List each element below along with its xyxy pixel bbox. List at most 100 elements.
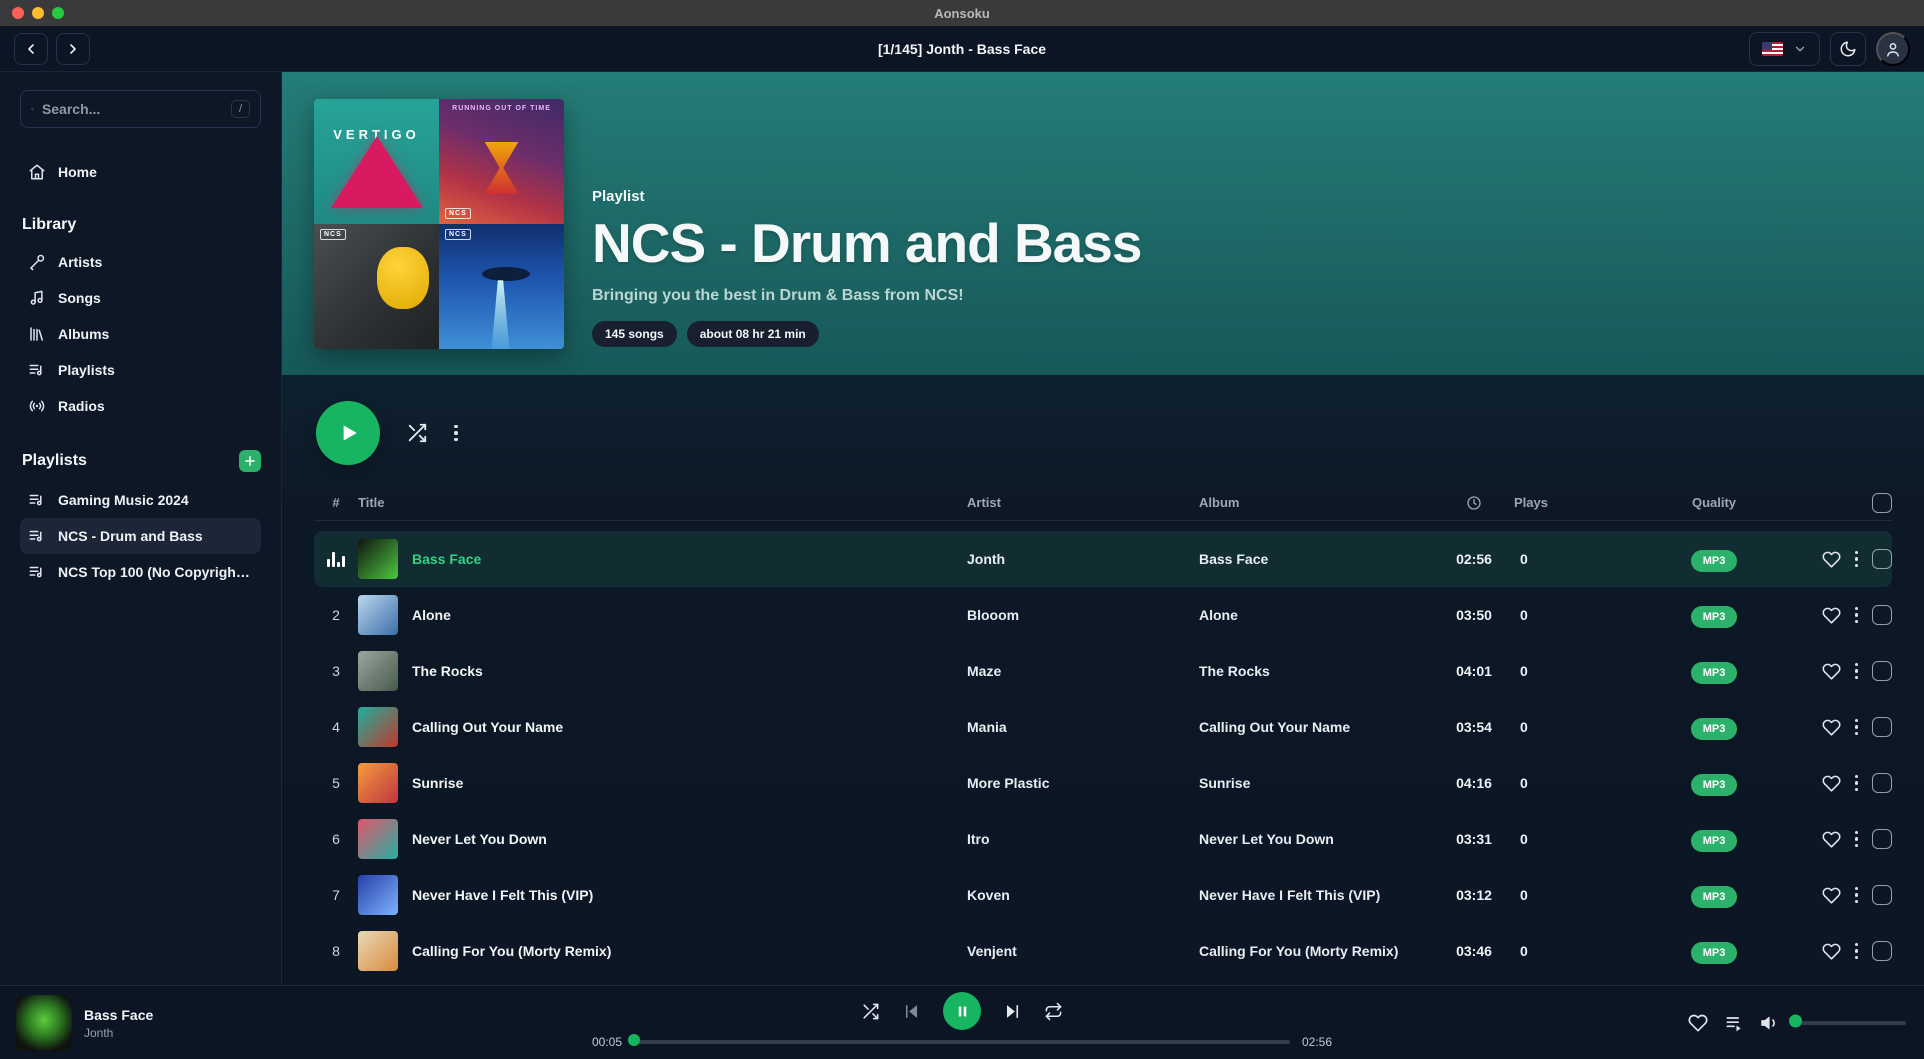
sidebar-playlist-ncs-top-100[interactable]: NCS Top 100 (No Copyright… bbox=[20, 554, 261, 590]
sidebar-item-artists[interactable]: Artists bbox=[20, 244, 261, 280]
track-artist[interactable]: More Plastic bbox=[967, 775, 1199, 791]
track-row[interactable]: 6 Never Let You Down Itro Never Let You … bbox=[314, 811, 1892, 867]
track-artist[interactable]: Blooom bbox=[967, 607, 1199, 623]
sidebar-playlist-ncs-drum-and-bass[interactable]: NCS - Drum and Bass bbox=[20, 518, 261, 554]
track-artist[interactable]: Jonth bbox=[967, 551, 1199, 567]
favorite-heart-icon[interactable] bbox=[1822, 942, 1841, 961]
select-all-checkbox[interactable] bbox=[1872, 493, 1892, 513]
shuffle-button[interactable] bbox=[861, 1002, 880, 1021]
track-options-icon[interactable] bbox=[1855, 943, 1859, 960]
col-album[interactable]: Album bbox=[1199, 495, 1434, 510]
track-options-icon[interactable] bbox=[1855, 607, 1859, 624]
col-artist[interactable]: Artist bbox=[967, 495, 1199, 510]
sidebar-item-songs[interactable]: Songs bbox=[20, 280, 261, 316]
sidebar-playlist-gaming-music-2024[interactable]: Gaming Music 2024 bbox=[20, 482, 261, 518]
playlist-icon bbox=[28, 361, 46, 379]
playlist-icon bbox=[28, 491, 46, 509]
track-duration: 04:16 bbox=[1456, 775, 1492, 791]
track-select-checkbox[interactable] bbox=[1872, 773, 1892, 793]
track-row[interactable]: 1 Bass Face Jonth Bass Face 02:56 0 MP3 bbox=[314, 531, 1892, 587]
track-select-checkbox[interactable] bbox=[1872, 829, 1892, 849]
track-select-checkbox[interactable] bbox=[1872, 885, 1892, 905]
favorite-heart-icon[interactable] bbox=[1822, 550, 1841, 569]
pause-button[interactable] bbox=[943, 992, 981, 1030]
volume-icon[interactable] bbox=[1760, 1013, 1780, 1033]
track-plays: 0 bbox=[1514, 551, 1644, 567]
favorite-heart-icon[interactable] bbox=[1822, 662, 1841, 681]
track-artist[interactable]: Venjent bbox=[967, 943, 1199, 959]
track-select-checkbox[interactable] bbox=[1872, 549, 1892, 569]
shuffle-icon bbox=[406, 422, 428, 444]
col-quality[interactable]: Quality bbox=[1692, 495, 1736, 510]
current-track-art[interactable] bbox=[16, 995, 72, 1051]
track-album[interactable]: Never Let You Down bbox=[1199, 831, 1434, 847]
queue-icon[interactable] bbox=[1724, 1013, 1744, 1033]
favorite-heart-icon[interactable] bbox=[1822, 774, 1841, 793]
track-artist[interactable]: Itro bbox=[967, 831, 1199, 847]
track-options-icon[interactable] bbox=[1855, 551, 1859, 568]
language-select[interactable] bbox=[1749, 32, 1820, 66]
track-album[interactable]: Alone bbox=[1199, 607, 1434, 623]
col-title[interactable]: Title bbox=[358, 495, 967, 510]
track-artist[interactable]: Maze bbox=[967, 663, 1199, 679]
track-options-icon[interactable] bbox=[1855, 719, 1859, 736]
current-track-artist[interactable]: Jonth bbox=[84, 1026, 153, 1040]
track-artist[interactable]: Mania bbox=[967, 719, 1199, 735]
now-playing-bars-icon bbox=[327, 552, 345, 567]
track-row[interactable]: 7 Never Have I Felt This (VIP) Koven Nev… bbox=[314, 867, 1892, 923]
track-thumbnail bbox=[358, 595, 398, 635]
cover-quadrant-running-out-of-time: RUNNING OUT OF TIME NCS bbox=[439, 99, 564, 224]
chevron-left-icon bbox=[23, 41, 39, 57]
track-artist[interactable]: Koven bbox=[967, 887, 1199, 903]
volume-slider[interactable] bbox=[1796, 1021, 1906, 1025]
favorite-heart-icon[interactable] bbox=[1822, 606, 1841, 625]
user-account-button[interactable] bbox=[1876, 32, 1910, 66]
progress-bar[interactable] bbox=[634, 1040, 1290, 1044]
sidebar-item-playlists[interactable]: Playlists bbox=[20, 352, 261, 388]
next-track-button[interactable] bbox=[1003, 1002, 1022, 1021]
track-row[interactable]: 8 Calling For You (Morty Remix) Venjent … bbox=[314, 923, 1892, 979]
sidebar-item-albums[interactable]: Albums bbox=[20, 316, 261, 352]
track-row[interactable]: 4 Calling Out Your Name Mania Calling Ou… bbox=[314, 699, 1892, 755]
repeat-button[interactable] bbox=[1044, 1002, 1063, 1021]
track-album[interactable]: Bass Face bbox=[1199, 551, 1434, 567]
track-options-icon[interactable] bbox=[1855, 775, 1859, 792]
favorite-heart-icon[interactable] bbox=[1688, 1013, 1708, 1033]
play-playlist-button[interactable] bbox=[316, 401, 380, 465]
track-row[interactable]: 2 Alone Blooom Alone 03:50 0 MP3 bbox=[314, 587, 1892, 643]
search-box[interactable]: / bbox=[20, 90, 261, 128]
track-select-checkbox[interactable] bbox=[1872, 605, 1892, 625]
track-album[interactable]: Sunrise bbox=[1199, 775, 1434, 791]
shuffle-playlist-button[interactable] bbox=[406, 422, 428, 444]
col-index[interactable]: # bbox=[332, 495, 339, 510]
track-select-checkbox[interactable] bbox=[1872, 941, 1892, 961]
sidebar-item-radios[interactable]: Radios bbox=[20, 388, 261, 424]
track-album[interactable]: Calling For You (Morty Remix) bbox=[1199, 943, 1434, 959]
track-options-icon[interactable] bbox=[1855, 887, 1859, 904]
search-input[interactable] bbox=[42, 101, 223, 117]
favorite-heart-icon[interactable] bbox=[1822, 886, 1841, 905]
track-number: 7 bbox=[332, 887, 340, 903]
playlist-more-options-button[interactable] bbox=[454, 425, 458, 442]
create-playlist-button[interactable] bbox=[239, 450, 261, 472]
track-select-checkbox[interactable] bbox=[1872, 661, 1892, 681]
track-album[interactable]: The Rocks bbox=[1199, 663, 1434, 679]
current-track-title[interactable]: Bass Face bbox=[84, 1007, 153, 1023]
track-options-icon[interactable] bbox=[1855, 663, 1859, 680]
col-duration[interactable] bbox=[1466, 495, 1482, 511]
sidebar-item-label: Playlists bbox=[58, 362, 115, 378]
track-album[interactable]: Never Have I Felt This (VIP) bbox=[1199, 887, 1434, 903]
col-plays[interactable]: Plays bbox=[1514, 495, 1644, 510]
track-row[interactable]: 3 The Rocks Maze The Rocks 04:01 0 MP3 bbox=[314, 643, 1892, 699]
theme-toggle-button[interactable] bbox=[1830, 32, 1866, 66]
nav-back-button[interactable] bbox=[14, 33, 48, 65]
track-row[interactable]: 5 Sunrise More Plastic Sunrise 04:16 0 M… bbox=[314, 755, 1892, 811]
favorite-heart-icon[interactable] bbox=[1822, 830, 1841, 849]
sidebar-item-home[interactable]: Home bbox=[20, 154, 261, 190]
nav-forward-button[interactable] bbox=[56, 33, 90, 65]
previous-track-button[interactable] bbox=[902, 1002, 921, 1021]
favorite-heart-icon[interactable] bbox=[1822, 718, 1841, 737]
track-select-checkbox[interactable] bbox=[1872, 717, 1892, 737]
track-options-icon[interactable] bbox=[1855, 831, 1859, 848]
track-album[interactable]: Calling Out Your Name bbox=[1199, 719, 1434, 735]
